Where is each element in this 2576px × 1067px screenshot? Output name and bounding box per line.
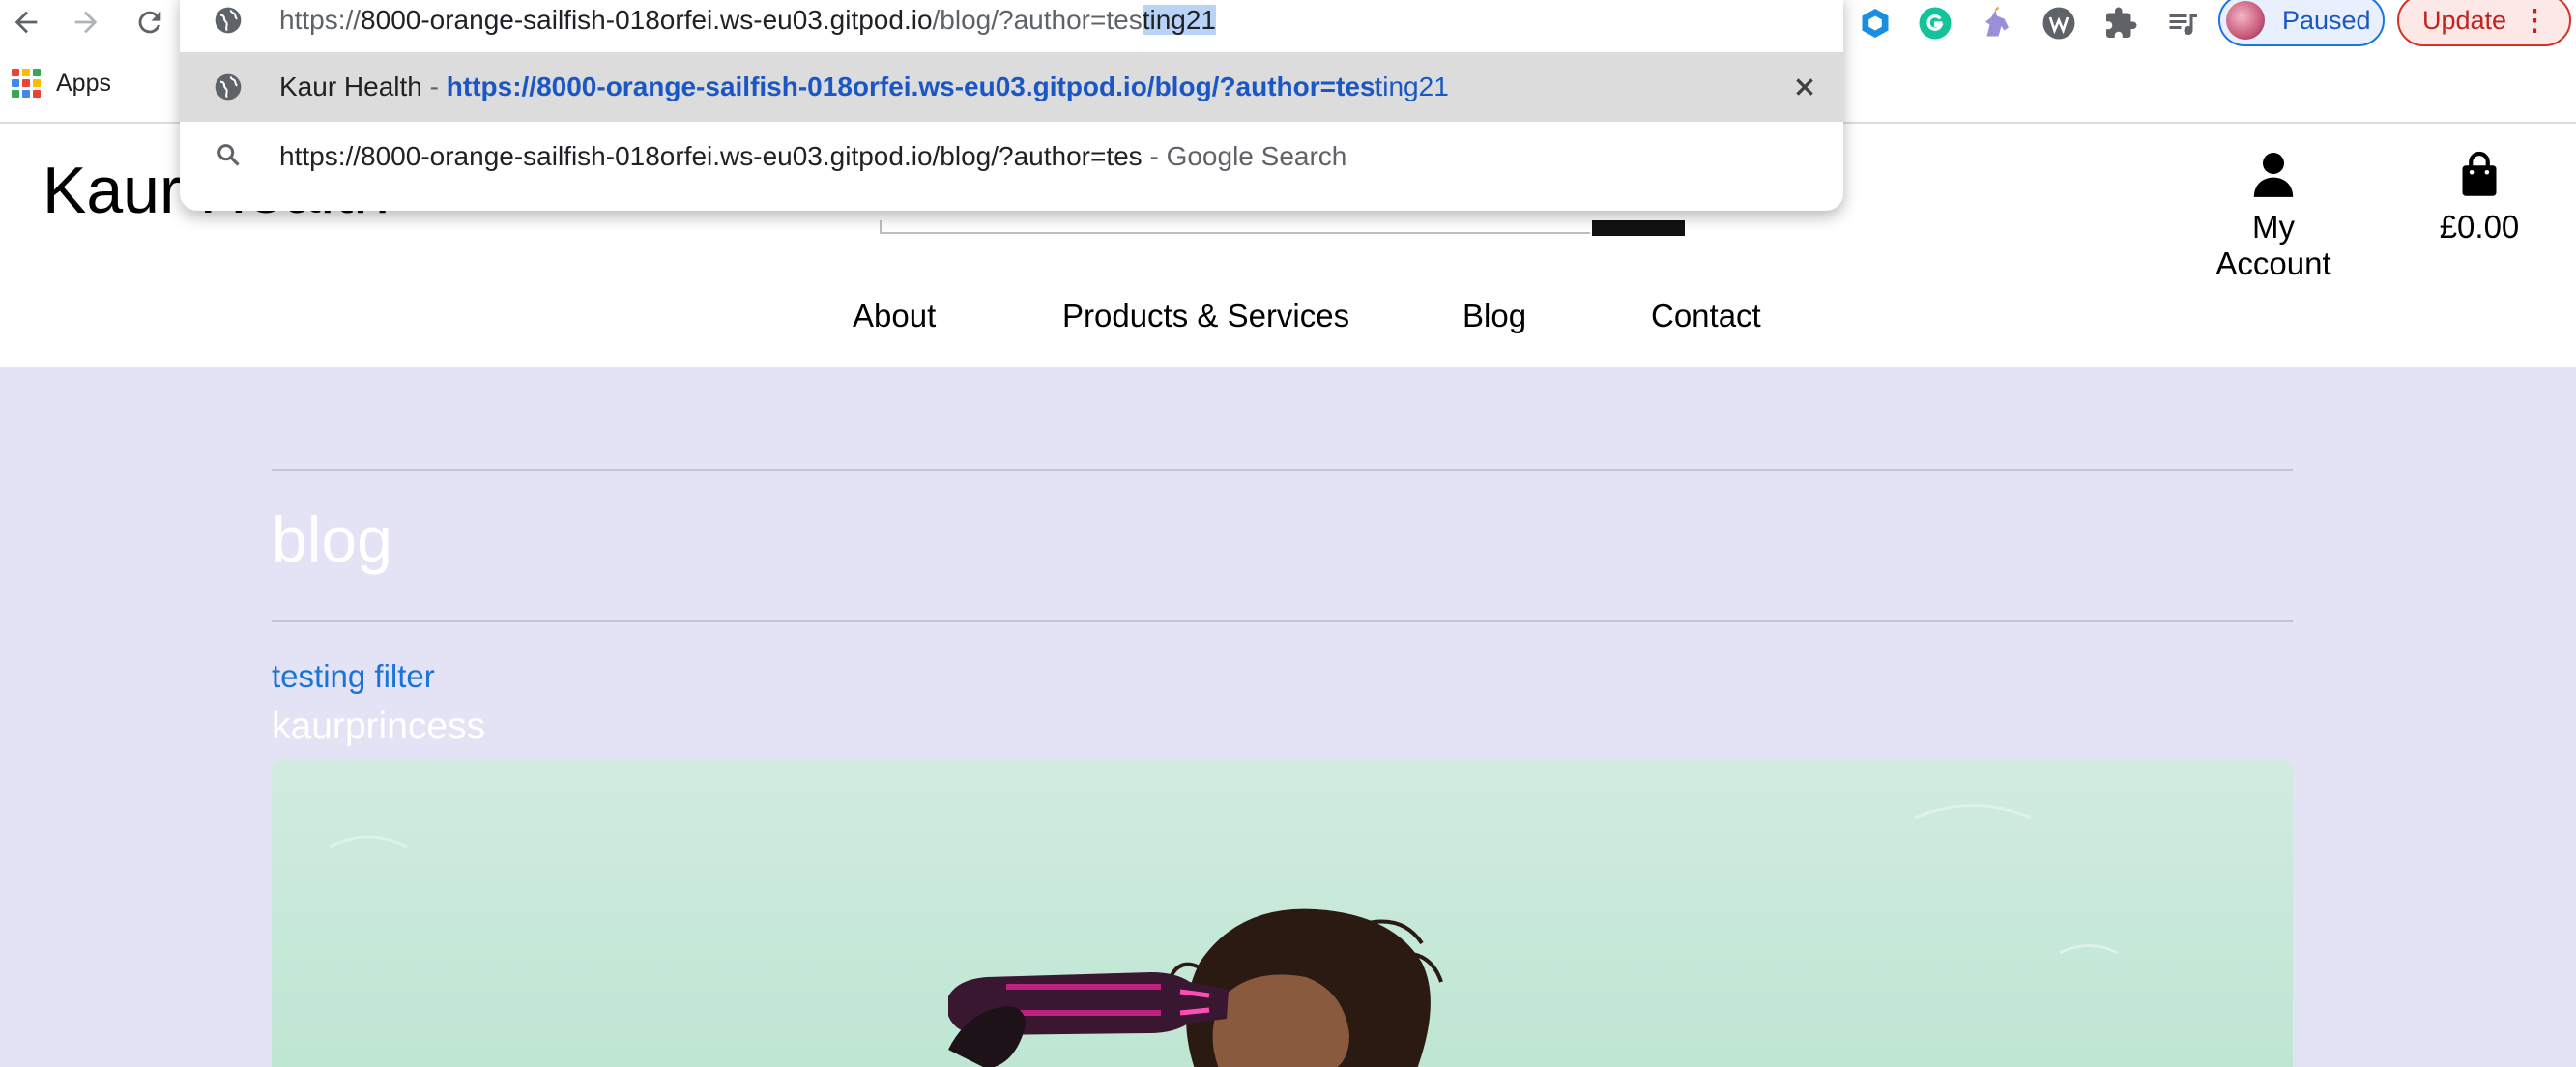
reload-icon [138,11,161,34]
forward-button[interactable] [62,0,110,44]
remove-suggestion-button[interactable] [1790,72,1819,101]
grammarly-icon[interactable] [1914,2,1956,44]
suggestion-text: Kaur Health - https://8000-orange-sailfi… [279,72,1449,102]
apps-bookmark[interactable]: Apps [56,70,111,98]
wordpress-icon[interactable] [2038,2,2080,44]
shopping-bag-icon [2462,151,2497,196]
my-account-link[interactable]: My Account [2192,151,2355,282]
post-title-link[interactable]: testing filter [272,658,435,695]
update-button[interactable]: Update ⋮ [2397,0,2571,46]
close-icon [1796,78,1813,96]
site-search-input[interactable] [880,220,1590,234]
back-button[interactable] [2,0,50,44]
profile-status: Paused [2282,5,2371,35]
omnibox-dropdown: https://8000-orange-sailfish-018orfei.ws… [180,0,1843,211]
nav-blog[interactable]: Blog [1462,298,1526,334]
cart-link[interactable]: £0.00 [2436,151,2523,245]
address-bar[interactable]: https://8000-orange-sailfish-018orfei.ws… [180,0,1843,46]
page-title: blog [272,504,392,575]
update-label: Update [2422,5,2507,35]
url-scheme: https:// [279,5,362,35]
vertical-dots-icon: ⋮ [2520,4,2549,37]
nav-contact[interactable]: Contact [1651,298,1761,334]
suggestion-text: https://8000-orange-sailfish-018orfei.ws… [279,141,1346,172]
divider [272,469,2293,471]
reload-button[interactable] [126,0,174,44]
user-icon [2253,153,2294,197]
post-image[interactable] [272,760,2293,1067]
search-query: https://8000-orange-sailfish-018orfei.ws… [279,141,1143,171]
url-domain: 8000-orange-sailfish-018orfei.ws-eu03.gi… [361,5,933,35]
cart-total: £0.00 [2439,209,2520,245]
omnibox-suggestion-search[interactable]: https://8000-orange-sailfish-018orfei.ws… [180,126,1843,187]
omnibox-suggestion-history[interactable]: Kaur Health - https://8000-orange-sailfi… [180,52,1843,122]
search-engine: - Google Search [1142,141,1347,171]
arrow-left-icon [14,11,38,34]
divider [272,620,2293,622]
globe-icon [215,7,242,34]
bookmarks-bar: Apps [0,62,111,104]
suggestion-title: Kaur Health [279,72,422,101]
globe-icon [215,73,242,101]
unicorn-icon[interactable] [1976,2,2018,44]
person-drinking-image [329,804,2119,1067]
suggestion-separator: - [421,72,447,101]
address-text[interactable]: https://8000-orange-sailfish-018orfei.ws… [279,5,1216,36]
search-icon [217,144,240,166]
my-account-label: My Account [2215,209,2331,281]
apps-grid-icon[interactable] [12,69,41,98]
url-path: /blog/?author=tes [932,5,1143,35]
puzzle-icon[interactable] [2099,2,2142,44]
blog-content: blog testing filter kaurprincess [0,367,2576,1067]
site-search-button[interactable] [1592,220,1685,236]
arrow-right-icon [74,11,98,34]
nav-products-services[interactable]: Products & Services [1062,298,1349,334]
url-selected-text: ting21 [1142,5,1216,35]
suggestion-url-rest: ting21 [1375,72,1449,101]
suggestion-url-match: https://8000-orange-sailfish-018orfei.ws… [446,72,1375,101]
reading-list-icon[interactable] [2161,2,2204,44]
profile-button[interactable]: Paused [2218,0,2385,46]
nav-about[interactable]: About [853,298,936,334]
post-author: kaurprincess [272,706,486,747]
hexagon-extension-icon[interactable] [1854,2,1896,44]
avatar [2226,1,2265,40]
